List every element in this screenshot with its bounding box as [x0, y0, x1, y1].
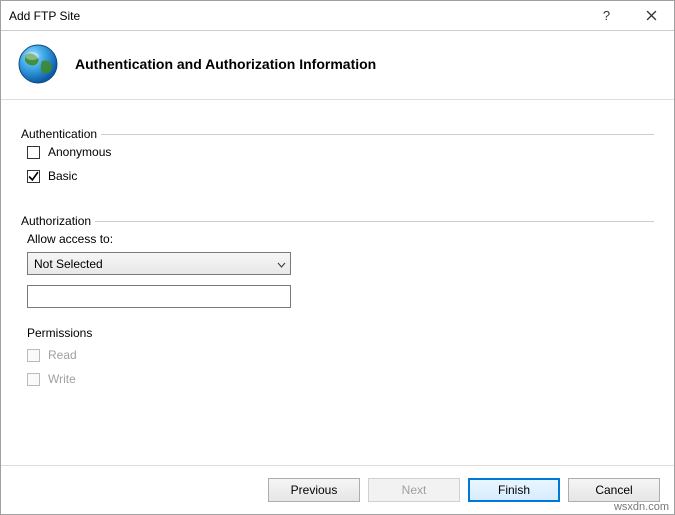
globe-icon	[17, 43, 59, 85]
divider	[21, 221, 654, 222]
divider	[21, 134, 654, 135]
dialog-content: Authentication Anonymous Basic Authoriza…	[1, 100, 674, 465]
write-checkbox	[27, 373, 40, 386]
dialog-window: Add FTP Site ?	[0, 0, 675, 515]
dialog-title: Authentication and Authorization Informa…	[75, 56, 376, 72]
read-checkbox	[27, 349, 40, 362]
read-checkbox-row: Read	[27, 348, 654, 362]
basic-checkbox[interactable]	[27, 170, 40, 183]
anonymous-checkbox-row[interactable]: Anonymous	[27, 145, 654, 159]
anonymous-checkbox[interactable]	[27, 146, 40, 159]
next-button: Next	[368, 478, 460, 502]
cancel-button[interactable]: Cancel	[568, 478, 660, 502]
finish-button[interactable]: Finish	[468, 478, 560, 502]
anonymous-label: Anonymous	[48, 145, 111, 159]
dialog-header: Authentication and Authorization Informa…	[1, 31, 674, 100]
authorization-group: Authorization Allow access to: Not Selec…	[21, 203, 654, 386]
chevron-down-icon	[277, 257, 286, 271]
dropdown-value: Not Selected	[34, 257, 103, 271]
titlebar: Add FTP Site ?	[1, 1, 674, 31]
allow-access-input[interactable]	[27, 285, 291, 308]
authorization-label: Authorization	[21, 214, 95, 228]
permissions-label: Permissions	[27, 326, 654, 340]
write-label: Write	[48, 372, 76, 386]
help-button[interactable]: ?	[584, 1, 629, 30]
read-label: Read	[48, 348, 77, 362]
close-button[interactable]	[629, 1, 674, 30]
authentication-group: Authentication Anonymous Basic	[21, 116, 654, 183]
window-title: Add FTP Site	[9, 9, 584, 23]
write-checkbox-row: Write	[27, 372, 654, 386]
allow-access-label: Allow access to:	[27, 232, 654, 246]
authentication-label: Authentication	[21, 127, 101, 141]
watermark: wsxdn.com	[614, 501, 669, 513]
basic-label: Basic	[48, 169, 77, 183]
dialog-footer: Previous Next Finish Cancel	[1, 465, 674, 514]
previous-button[interactable]: Previous	[268, 478, 360, 502]
allow-access-dropdown[interactable]: Not Selected	[27, 252, 291, 275]
basic-checkbox-row[interactable]: Basic	[27, 169, 654, 183]
